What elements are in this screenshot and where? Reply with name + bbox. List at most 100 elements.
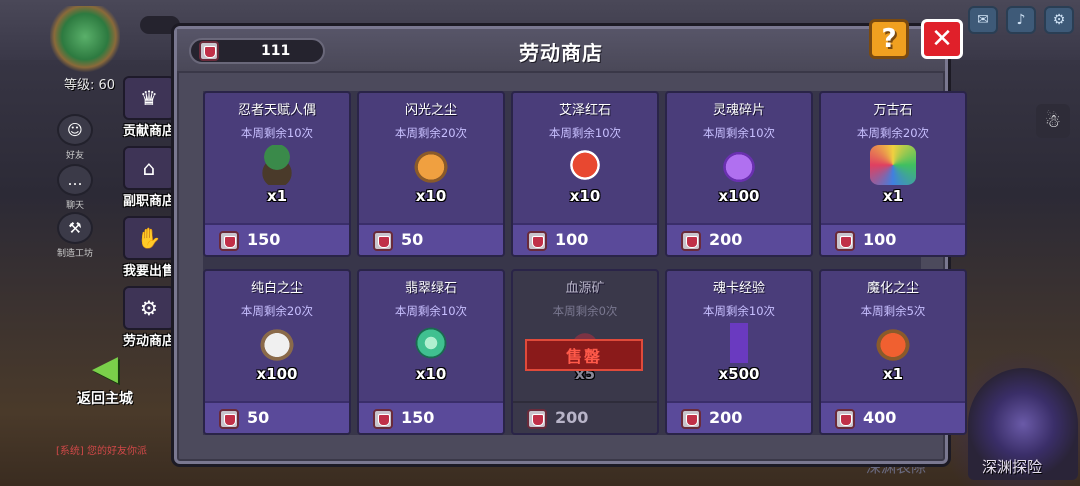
back-arrow-icon: ◀ <box>91 348 119 388</box>
workshop-label: 制造工坊 <box>56 249 93 259</box>
item-name: 纯白之尘 <box>250 281 303 296</box>
weekly-remaining: 本周剩余10次 <box>548 126 622 140</box>
contribution-shop-icon: ♛ <box>123 76 175 120</box>
tab-label: 劳动商店 <box>122 334 175 349</box>
tab-sell[interactable]: ✋ 我要出售 <box>116 216 182 279</box>
weekly-remaining: 本周剩余20次 <box>240 304 314 318</box>
labor-token-icon <box>835 409 855 429</box>
weekly-remaining: 本周剩余10次 <box>394 304 468 318</box>
close-button[interactable]: ✕ <box>921 19 963 59</box>
item-quantity: x10 <box>415 365 447 383</box>
modal-header: 111 劳动商店 <box>177 29 945 73</box>
subjob-shop-icon: ⌂ <box>123 146 175 190</box>
workshop-button[interactable]: ⚒ 制造工坊 <box>54 212 96 259</box>
shop-item-card[interactable]: 翡翠绿石本周剩余10次 x10 150 <box>357 269 505 435</box>
tab-label: 贡献商店 <box>122 124 175 139</box>
item-quantity: x500 <box>718 365 760 383</box>
item-name: 闪光之尘 <box>404 103 457 118</box>
abyss-label: 深渊探险 <box>982 458 1043 476</box>
shop-item-card[interactable]: 魂卡经验本周剩余10次 x500 200 <box>665 269 813 435</box>
workshop-icon: ⚒ <box>57 212 93 244</box>
item-icon <box>716 145 762 185</box>
item-price: 150 <box>401 408 435 427</box>
shop-item-card[interactable]: 闪光之尘 本周剩余20次 x10 50 <box>357 91 505 257</box>
tab-labor-shop[interactable]: ⚙ 劳动商店 <box>116 286 182 349</box>
item-price: 200 <box>709 408 743 427</box>
item-name: 忍者天赋人偶 <box>237 103 316 118</box>
price-bar: 50 <box>205 401 349 433</box>
item-icon <box>408 145 454 185</box>
chat-label: 聊天 <box>65 201 84 211</box>
item-name: 翡翠绿石 <box>404 281 457 296</box>
friends-icon: ☺ <box>57 114 93 146</box>
item-quantity: x1 <box>266 187 288 205</box>
item-price: 50 <box>247 408 270 427</box>
shop-item-card[interactable]: 忍者天赋人偶 本周剩余10次 x1 150 <box>203 91 351 257</box>
tab-contribution-shop[interactable]: ♛ 贡献商店 <box>116 76 182 139</box>
item-price: 100 <box>555 230 589 249</box>
item-price: 150 <box>247 230 281 249</box>
tab-subjob-shop[interactable]: ⌂ 副职商店 <box>116 146 182 209</box>
player-avatar[interactable] <box>50 6 120 74</box>
sold-out-badge: 售罄 <box>525 339 643 371</box>
price-bar: 50 <box>359 223 503 255</box>
item-quantity: x10 <box>415 187 447 205</box>
shop-item-card[interactable]: 艾泽红石本周剩余10次 x10 100 <box>511 91 659 257</box>
chat-button[interactable]: … 聊天 <box>54 164 96 211</box>
item-price: 200 <box>709 230 743 249</box>
labor-token-icon <box>527 409 547 429</box>
item-name: 血源矿 <box>565 281 605 296</box>
labor-token-icon <box>681 231 701 251</box>
weekly-remaining: 本周剩余10次 <box>240 126 314 140</box>
system-message: [系统] 您的好友你派 <box>56 446 147 457</box>
labor-shop-modal: 111 劳动商店 ? ✕ 忍者天赋人偶 本周剩余10次 x1 150 闪光之尘 本周剩余2… <box>174 19 967 464</box>
price-bar: 200 <box>667 401 811 433</box>
price-bar: 200 <box>667 223 811 255</box>
price-bar: 100 <box>513 223 657 255</box>
item-icon <box>716 323 762 363</box>
sell-icon: ✋ <box>123 216 175 260</box>
shop-item-card[interactable]: 血源矿 本周剩余0次 x5 200 售罄 <box>511 269 659 435</box>
modal-title: 劳动商店 <box>519 41 603 65</box>
item-quantity: x100 <box>256 365 298 383</box>
back-to-city-button[interactable]: ◀ 返回主城 <box>62 348 148 408</box>
mail-icon[interactable]: ✉ <box>968 6 998 34</box>
item-name: 魔化之尘 <box>866 281 919 296</box>
item-icon <box>254 323 300 363</box>
weekly-remaining: 本周剩余10次 <box>702 126 776 140</box>
item-quantity: x100 <box>718 187 760 205</box>
tab-label: 我要出售 <box>122 264 175 279</box>
labor-token-icon <box>219 231 239 251</box>
player-level: 等级: 60 <box>64 78 116 93</box>
labor-token-icon <box>219 409 239 429</box>
shop-item-card[interactable]: 魔化之尘 本周剩余5次 x1 400 <box>819 269 967 435</box>
price-bar: 200 <box>513 401 657 433</box>
back-label: 返回主城 <box>77 391 133 407</box>
item-quantity: x1 <box>882 187 904 205</box>
item-name: 艾泽红石 <box>558 103 611 118</box>
friends-button[interactable]: ☺ 好友 <box>54 114 96 161</box>
shop-item-card[interactable]: 万古石 本周剩余20次 x1 100 <box>819 91 967 257</box>
help-button[interactable]: ? <box>869 19 909 59</box>
settings-gear-icon[interactable]: ⚙ <box>1044 6 1074 34</box>
price-bar: 400 <box>821 401 965 433</box>
shop-item-card[interactable]: 纯白之尘本周剩余20次 x100 50 <box>203 269 351 435</box>
item-icon <box>562 145 608 185</box>
item-price: 200 <box>555 408 589 427</box>
item-price: 50 <box>401 230 424 249</box>
labor-token-icon <box>373 409 393 429</box>
item-price: 100 <box>863 230 897 249</box>
item-name: 万古石 <box>873 103 913 118</box>
item-icon <box>870 145 916 185</box>
item-quantity: x10 <box>569 187 601 205</box>
item-name: 魂卡经验 <box>712 281 765 296</box>
shop-item-card[interactable]: 灵魂碎片 本周剩余10次 x100 200 <box>665 91 813 257</box>
item-grid: 忍者天赋人偶 本周剩余10次 x1 150 闪光之尘 本周剩余20次 x10 50 艾泽红石 本周… <box>203 91 967 435</box>
weekly-remaining: 本周剩余10次 <box>702 304 776 318</box>
character-icon[interactable]: ☃ <box>1036 104 1070 138</box>
friends-label: 好友 <box>65 151 84 161</box>
labor-token-icon <box>373 231 393 251</box>
weekly-remaining: 本周剩余5次 <box>860 304 926 318</box>
item-price: 400 <box>863 408 897 427</box>
sound-icon[interactable]: ♪ <box>1006 6 1036 34</box>
